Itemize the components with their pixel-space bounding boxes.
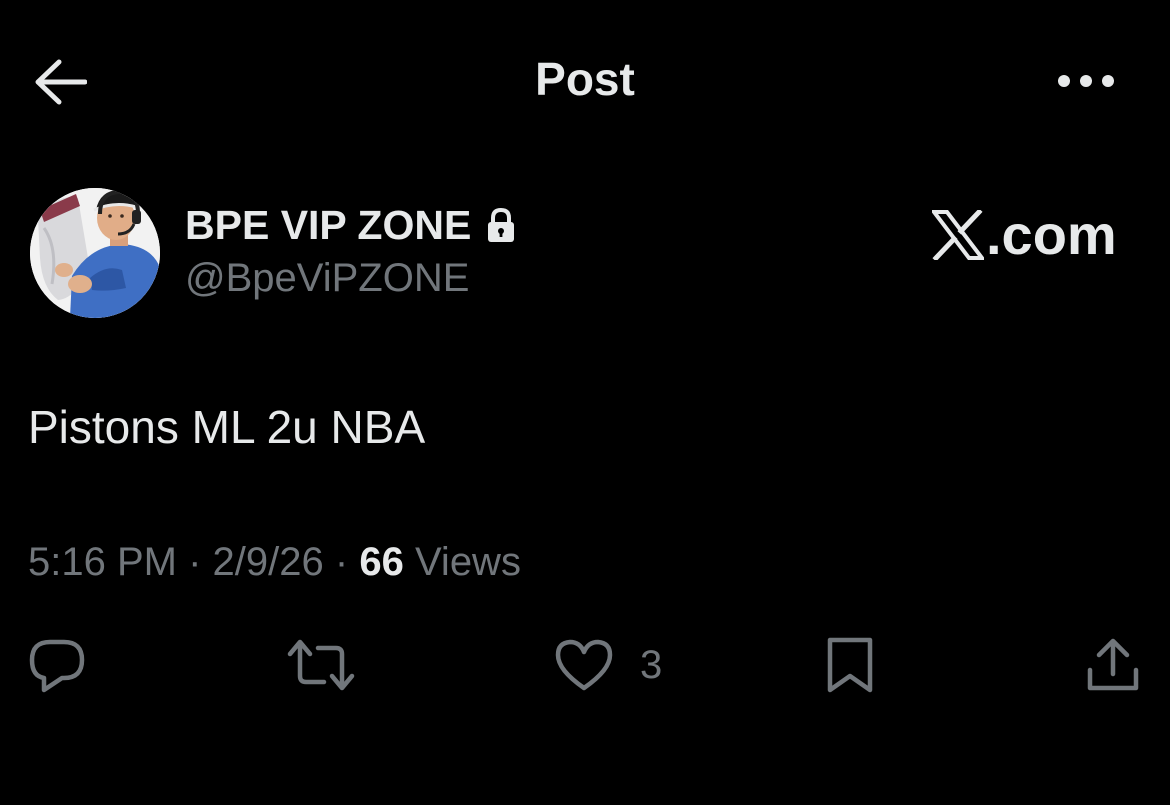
post-text: Pistons ML 2u NBA	[28, 401, 426, 453]
page-title: Post	[535, 53, 635, 105]
meta-separator: ·	[334, 540, 349, 584]
action-bar: 3	[0, 630, 1170, 700]
watermark: .com	[932, 202, 1117, 267]
views-count: 66	[359, 540, 404, 584]
post-metadata: 5:16 PM · 2/9/26 · 66 Views	[28, 540, 521, 585]
more-options-button[interactable]	[1050, 55, 1122, 107]
bookmark-button[interactable]	[824, 630, 876, 700]
avatar-image	[30, 188, 160, 318]
reply-button[interactable]	[28, 630, 86, 700]
like-button[interactable]: 3	[554, 630, 662, 700]
views-label: Views	[414, 540, 521, 584]
repost-icon	[287, 639, 355, 691]
x-logo-icon	[932, 209, 984, 260]
lock-icon	[488, 207, 515, 242]
top-bar: Post	[0, 0, 1170, 165]
like-count: 3	[640, 642, 663, 687]
heart-icon	[555, 639, 613, 691]
avatar[interactable]	[30, 188, 160, 318]
repost-button[interactable]	[286, 630, 356, 700]
watermark-text: .com	[986, 203, 1117, 266]
author-name-row[interactable]: BPE VIP ZONE	[185, 202, 517, 249]
post-time[interactable]: 5:16 PM	[28, 540, 177, 584]
more-horizontal-icon	[1058, 75, 1114, 87]
meta-separator: ·	[188, 540, 202, 584]
author-display-name[interactable]: BPE VIP ZONE	[185, 202, 471, 249]
reply-icon	[29, 639, 85, 693]
share-icon	[1087, 638, 1139, 691]
bookmark-icon	[827, 637, 873, 693]
arrow-left-icon	[35, 59, 87, 105]
share-button[interactable]	[1084, 630, 1142, 700]
back-button[interactable]	[30, 54, 90, 110]
post-date[interactable]: 2/9/26	[213, 540, 324, 584]
author-handle[interactable]: @BpeViPZONE	[185, 256, 469, 301]
